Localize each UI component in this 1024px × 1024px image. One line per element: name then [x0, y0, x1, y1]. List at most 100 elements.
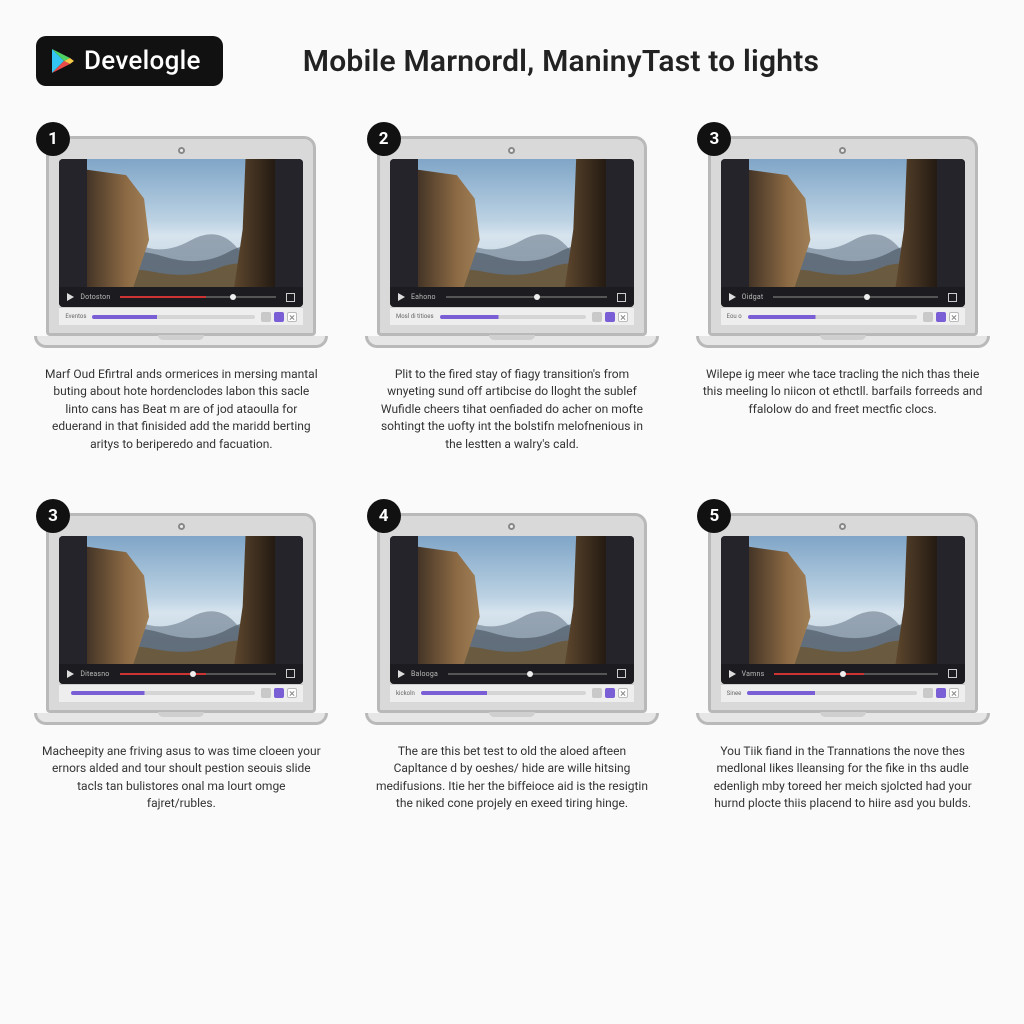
timeline-track[interactable] [92, 315, 255, 319]
play-icon[interactable] [398, 293, 405, 301]
close-icon[interactable] [287, 688, 297, 698]
pillarbox-left [390, 536, 418, 664]
fullscreen-icon[interactable] [948, 669, 957, 678]
laptop-base [34, 336, 328, 348]
scrub-bar[interactable] [120, 673, 277, 675]
scrub-bar[interactable] [120, 296, 276, 298]
play-icon[interactable] [67, 293, 74, 301]
pillarbox-left [59, 159, 87, 287]
control-label: Balooga [411, 670, 438, 678]
step-card: 3 [697, 136, 988, 453]
video-area [390, 159, 634, 287]
camera-icon [178, 147, 185, 154]
close-icon[interactable] [618, 312, 628, 322]
underbar-label: Eventos [65, 313, 86, 320]
action-box[interactable] [592, 312, 602, 322]
action-box-accent[interactable] [274, 688, 284, 698]
action-box[interactable] [923, 312, 933, 322]
action-box-accent[interactable] [936, 688, 946, 698]
action-box[interactable] [261, 688, 271, 698]
action-box-accent[interactable] [936, 312, 946, 322]
scrub-handle[interactable] [840, 671, 846, 677]
pillarbox-left [721, 536, 749, 664]
landscape-thumbnail [749, 536, 937, 664]
tutorial-page: Develogle Mobile Marnordl, ManinyTast to… [0, 0, 1024, 833]
fullscreen-icon[interactable] [617, 669, 626, 678]
timeline-track[interactable] [747, 691, 916, 695]
underbar-actions [261, 688, 297, 698]
underbar-actions [923, 312, 959, 322]
close-icon[interactable] [287, 312, 297, 322]
editor-underbar: Sinee [721, 684, 965, 702]
pillarbox-right [937, 536, 965, 664]
close-icon[interactable] [618, 688, 628, 698]
play-icon[interactable] [67, 670, 74, 678]
fullscreen-icon[interactable] [286, 669, 295, 678]
play-icon[interactable] [729, 293, 736, 301]
timeline-track[interactable] [71, 691, 255, 695]
action-box[interactable] [261, 312, 271, 322]
step-card: 4 [367, 513, 658, 813]
video-controls: Vamns [721, 664, 965, 684]
step-caption: Macheepity ane friving asus to was time … [41, 743, 321, 813]
editor-underbar: Eventos [59, 307, 303, 325]
step-number-badge: 3 [36, 499, 70, 533]
editor-underbar: Mosl di titioes [390, 307, 634, 325]
video-controls: Balooga [390, 664, 634, 684]
action-box-accent[interactable] [274, 312, 284, 322]
action-box-accent[interactable] [605, 688, 615, 698]
play-icon[interactable] [729, 670, 736, 678]
laptop-screen: Vamns [721, 536, 965, 684]
laptop-screen: Balooga [390, 536, 634, 684]
video-area [59, 536, 303, 664]
camera-icon [508, 523, 515, 530]
scrub-handle[interactable] [527, 671, 533, 677]
action-box-accent[interactable] [605, 312, 615, 322]
control-label: Oidgat [742, 293, 764, 301]
page-header: Develogle Mobile Marnordl, ManinyTast to… [36, 36, 988, 86]
timeline-track[interactable] [748, 315, 917, 319]
laptop-base [365, 713, 659, 725]
pillarbox-right [937, 159, 965, 287]
action-box[interactable] [592, 688, 602, 698]
camera-row [721, 145, 965, 155]
fullscreen-icon[interactable] [286, 293, 295, 302]
play-store-icon [52, 49, 74, 73]
camera-row [59, 145, 303, 155]
laptop-illustration: Vamns Sinee [708, 513, 978, 725]
timeline-track[interactable] [440, 315, 586, 319]
brand-label: Develogle [84, 46, 201, 76]
video-controls: Dotoston [59, 287, 303, 307]
laptop-lid: Dotoston Eventos [46, 136, 316, 336]
close-icon[interactable] [949, 312, 959, 322]
laptop-lid: Balooga kickoln [377, 513, 647, 713]
action-box[interactable] [923, 688, 933, 698]
laptop-screen: Eahono [390, 159, 634, 307]
fullscreen-icon[interactable] [617, 293, 626, 302]
step-card: 3 [36, 513, 327, 813]
scrub-handle[interactable] [864, 294, 870, 300]
video-area [390, 536, 634, 664]
timeline-track[interactable] [421, 691, 586, 695]
video-controls: Oidgat [721, 287, 965, 307]
scrub-bar[interactable] [773, 296, 937, 298]
laptop-screen: Diteasno [59, 536, 303, 684]
step-caption: Wilepe ig meer whe tace tracling the nic… [703, 366, 983, 418]
scrub-handle[interactable] [190, 671, 196, 677]
play-icon[interactable] [398, 670, 405, 678]
scrub-bar[interactable] [448, 673, 607, 675]
steps-grid: 1 [36, 136, 988, 813]
close-icon[interactable] [949, 688, 959, 698]
underbar-actions [261, 312, 297, 322]
scrub-bar[interactable] [446, 296, 607, 298]
underbar-label: kickoln [396, 690, 415, 697]
scrub-handle[interactable] [534, 294, 540, 300]
fullscreen-icon[interactable] [948, 293, 957, 302]
underbar-label: Eou o [727, 313, 742, 320]
scrub-bar[interactable] [774, 673, 937, 675]
laptop-lid: Vamns Sinee [708, 513, 978, 713]
pillarbox-left [59, 536, 87, 664]
scrub-handle[interactable] [230, 294, 236, 300]
brand-badge[interactable]: Develogle [36, 36, 223, 86]
camera-icon [839, 147, 846, 154]
